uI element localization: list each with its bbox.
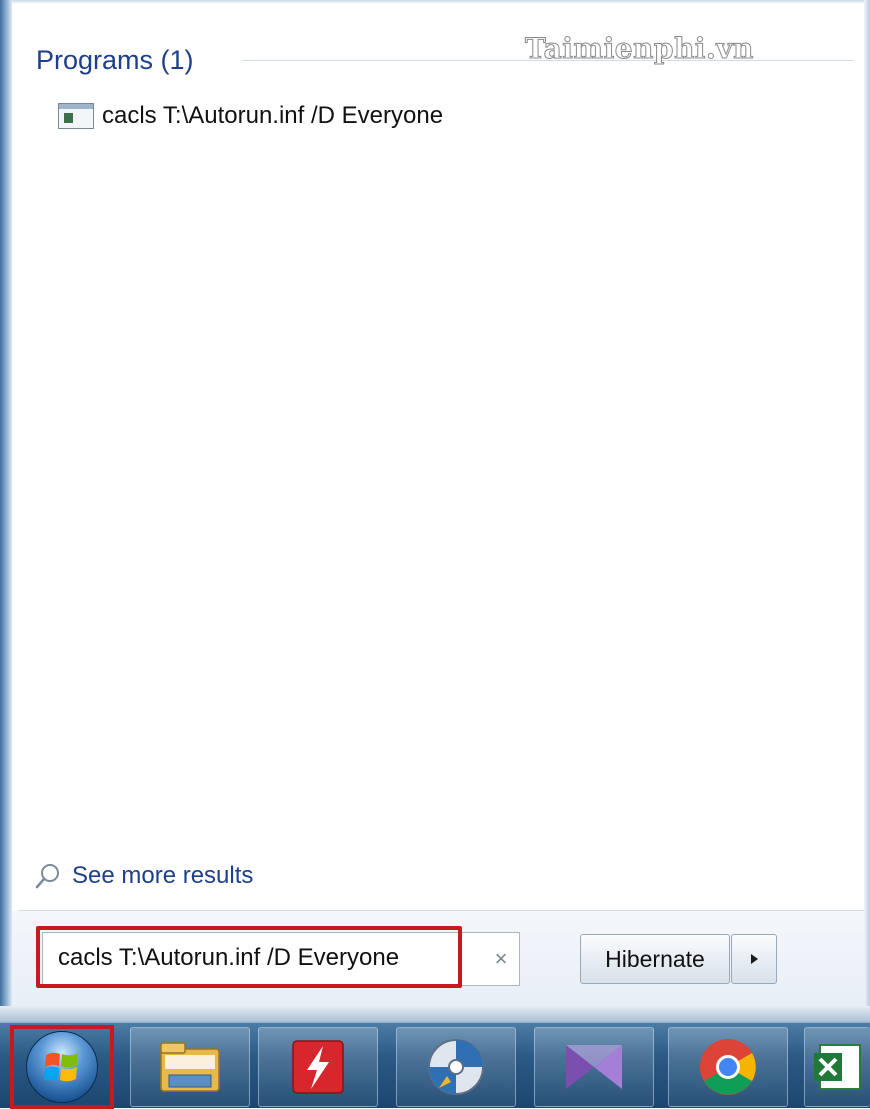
visual-studio-icon [566,1045,622,1089]
disc-icon [428,1039,484,1095]
menu-bottom-edge [0,1006,870,1022]
search-input-value[interactable]: cacls T:\Autorun.inf /D Everyone [58,944,399,972]
clear-search-button[interactable]: × [486,944,516,974]
chevron-right-icon [751,954,758,964]
taskbar [0,1022,870,1109]
taskbar-excel-button[interactable] [804,1027,870,1107]
taskbar-chrome-button[interactable] [668,1027,788,1107]
programs-section-header: Programs (1) [36,40,194,80]
programs-heading: Programs (1) [36,44,194,75]
taskbar-explorer-button[interactable] [130,1027,250,1107]
hibernate-button[interactable]: Hibernate [580,934,730,984]
menu-left-edge [0,0,12,1022]
excel-icon [813,1044,861,1090]
lightning-icon [292,1040,344,1094]
taskbar-flash-button[interactable] [258,1027,378,1107]
see-more-results-label: See more results [72,862,254,889]
windows-logo-icon [26,1031,98,1103]
folder-icon [160,1042,220,1092]
power-options-button[interactable] [731,934,777,984]
console-window-icon [58,103,94,129]
windows-flag-icon [44,1052,78,1082]
menu-right-edge [864,0,870,1022]
close-icon: × [494,946,508,971]
see-more-results-link[interactable]: See more results [34,856,253,896]
menu-top-edge [0,0,870,4]
search-icon [35,864,59,889]
program-result-label: cacls T:\Autorun.inf /D Everyone [102,102,444,129]
start-menu-panel: Programs (1) Taimienphi.vn cacls T:\Auto… [0,0,870,1022]
watermark-logo: Taimienphi.vn [525,32,754,66]
program-result-item[interactable]: cacls T:\Autorun.inf /D Everyone [58,96,508,136]
taskbar-media-button[interactable] [396,1027,516,1107]
chrome-icon [700,1039,756,1095]
start-button[interactable] [10,1025,114,1109]
taskbar-visual-studio-button[interactable] [534,1027,654,1107]
